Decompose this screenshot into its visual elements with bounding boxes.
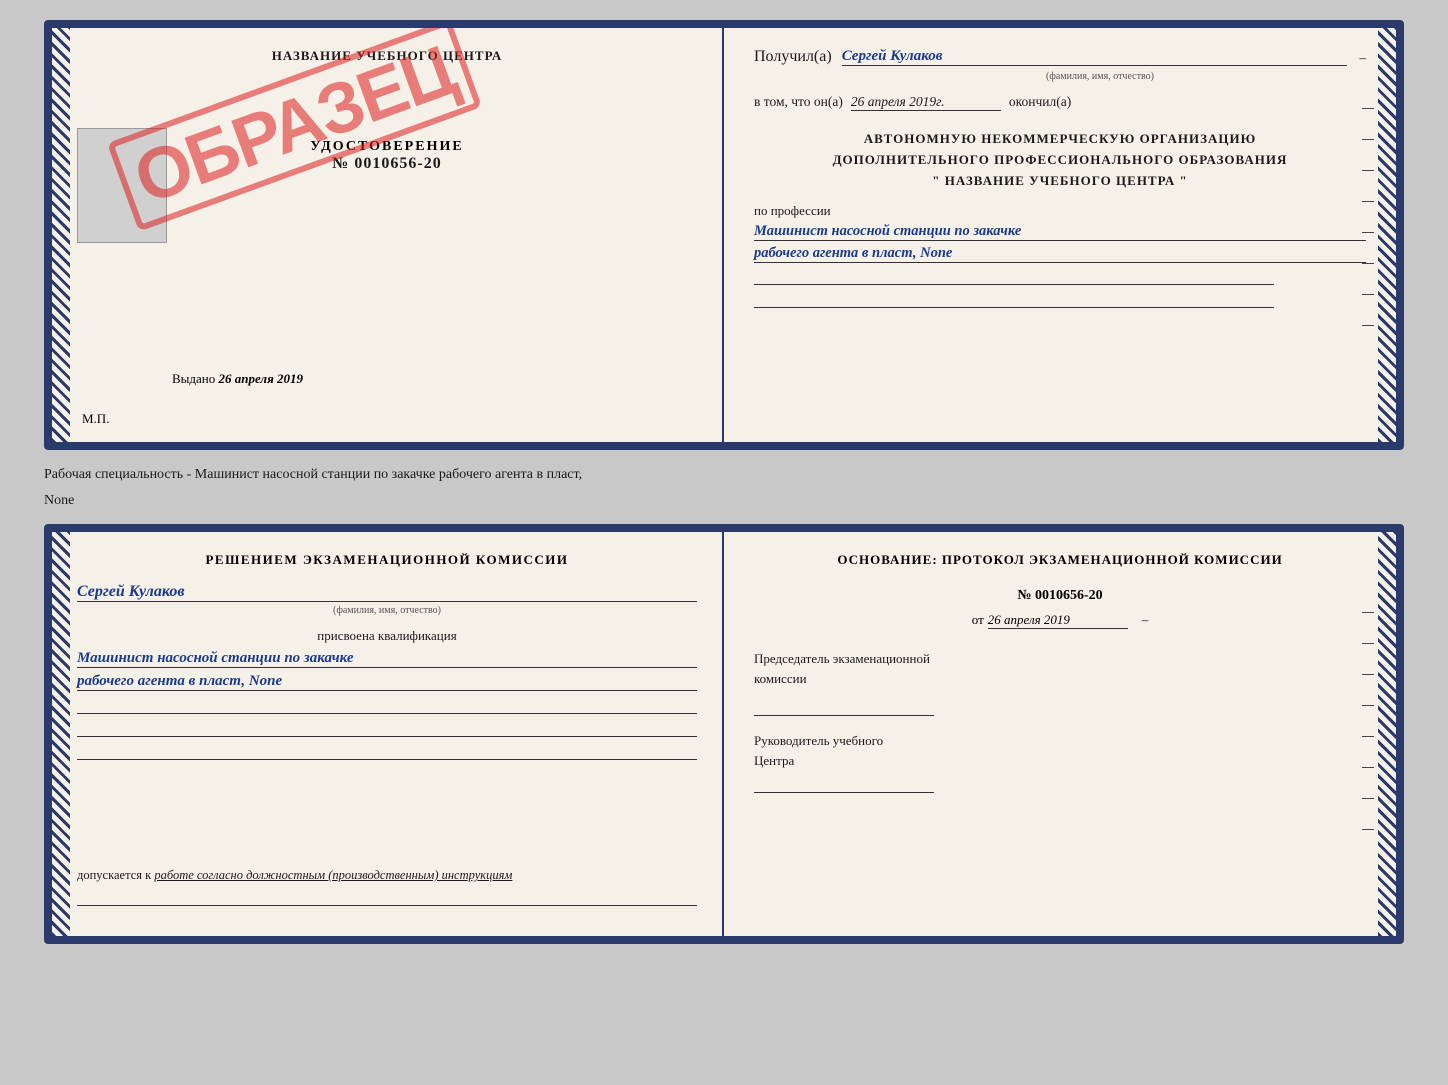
- cert-received-label: Получил(а): [754, 48, 832, 66]
- cert-date-row: в том, что он(а) 26 апреля 2019г. окончи…: [754, 94, 1366, 111]
- caption-line2: None: [44, 488, 1404, 514]
- cert-title: НАЗВАНИЕ УЧЕБНОГО ЦЕНТРА: [272, 48, 503, 64]
- cert-received-name: Сергей Кулаков: [842, 48, 1347, 66]
- qual-head-label: Руководитель учебного Центра: [754, 731, 1366, 770]
- certificate-book: НАЗВАНИЕ УЧЕБНОГО ЦЕНТРА УДОСТОВЕРЕНИЕ №…: [44, 20, 1404, 450]
- cert-received-row: Получил(а) Сергей Кулаков – (фамилия, им…: [754, 48, 1366, 84]
- qual-blank-line2: [77, 719, 697, 737]
- right-dash-lines: [1362, 108, 1374, 326]
- qual-blank-line1: [77, 696, 697, 714]
- cert-profession-line2: рабочего агента в пласт, None: [754, 245, 1366, 263]
- qual-fio-sub: (фамилия, имя, отчество): [77, 605, 697, 616]
- qual-admission-value: работе согласно должностным (производств…: [154, 868, 512, 882]
- right-border-decoration: [1378, 28, 1396, 442]
- qualification-left-panel: Решением экзаменационной комиссии Сергей…: [52, 532, 724, 936]
- qual-right-border-decoration: [1378, 532, 1396, 936]
- certificate-left-panel: НАЗВАНИЕ УЧЕБНОГО ЦЕНТРА УДОСТОВЕРЕНИЕ №…: [52, 28, 724, 442]
- qual-basis-label: Основание: протокол экзаменационной коми…: [754, 552, 1366, 568]
- qual-profession-line2: рабочего агента в пласт, None: [77, 673, 697, 691]
- certificate-right-panel: Получил(а) Сергей Кулаков – (фамилия, им…: [724, 28, 1396, 442]
- qual-profession-line1: Машинист насосной станции по закачке: [77, 650, 697, 668]
- cert-date-value: 26 апреля 2019г.: [851, 94, 1001, 111]
- qual-assigned-label: присвоена квалификация: [77, 628, 697, 644]
- qualification-book: Решением экзаменационной комиссии Сергей…: [44, 524, 1404, 944]
- qualification-right-panel: Основание: протокол экзаменационной коми…: [724, 532, 1396, 936]
- qual-head-sig-line: [754, 775, 934, 793]
- qual-blank-line3: [77, 742, 697, 760]
- cert-org-line2: ДОПОЛНИТЕЛЬНОГО ПРОФЕССИОНАЛЬНОГО ОБРАЗО…: [754, 150, 1366, 171]
- cert-org-line3: " НАЗВАНИЕ УЧЕБНОГО ЦЕНТРА ": [754, 171, 1366, 192]
- cert-issued-date: 26 апреля 2019: [219, 371, 304, 386]
- cert-issued-row: Выдано 26 апреля 2019: [172, 371, 303, 387]
- cert-issued-label: Выдано: [172, 371, 215, 386]
- qual-date-row: от 26 апреля 2019 –: [754, 612, 1366, 629]
- qual-protocol-number: № 0010656-20: [754, 588, 1366, 604]
- qual-date-value: 26 апреля 2019: [988, 612, 1128, 629]
- qual-date-prefix: от: [972, 612, 984, 628]
- cert-mp: М.П.: [82, 411, 109, 427]
- qual-admission-line: [77, 888, 697, 906]
- document-wrapper: НАЗВАНИЕ УЧЕБНОГО ЦЕНТРА УДОСТОВЕРЕНИЕ №…: [44, 20, 1404, 944]
- cert-number: № 0010656-20: [310, 155, 463, 173]
- qual-chairman-sig-line: [754, 698, 934, 716]
- cert-profession-label: по профессии: [754, 203, 1366, 219]
- qual-admission-label: допускается к: [77, 868, 151, 882]
- cert-dash: –: [1360, 50, 1367, 66]
- cert-finished-label: окончил(а): [1009, 94, 1071, 110]
- qual-right-dash-lines: [1362, 612, 1374, 830]
- qual-date-dash: –: [1142, 612, 1149, 628]
- cert-fio-sub: (фамилия, имя, отчество): [1046, 71, 1154, 82]
- cert-photo-placeholder: [77, 128, 167, 243]
- qual-decision-title: Решением экзаменационной комиссии: [77, 552, 697, 568]
- cert-udostoverenie-label: УДОСТОВЕРЕНИЕ: [310, 139, 463, 155]
- qual-chairman-label: Председатель экзаменационной комиссии: [754, 649, 1366, 688]
- caption-area: Рабочая специальность - Машинист насосно…: [44, 460, 1404, 514]
- cert-date-label: в том, что он(а): [754, 94, 843, 110]
- qual-person-name: Сергей Кулаков: [77, 583, 697, 602]
- cert-profession-line1: Машинист насосной станции по закачке: [754, 223, 1366, 241]
- qual-admission-row: допускается к работе согласно должностны…: [77, 868, 697, 911]
- cert-org-block: АВТОНОМНУЮ НЕКОММЕРЧЕСКУЮ ОРГАНИЗАЦИЮ ДО…: [754, 129, 1366, 191]
- cert-number-block: УДОСТОВЕРЕНИЕ № 0010656-20: [310, 139, 463, 173]
- caption-line1: Рабочая специальность - Машинист насосно…: [44, 462, 1404, 488]
- cert-org-line1: АВТОНОМНУЮ НЕКОММЕРЧЕСКУЮ ОРГАНИЗАЦИЮ: [754, 129, 1366, 150]
